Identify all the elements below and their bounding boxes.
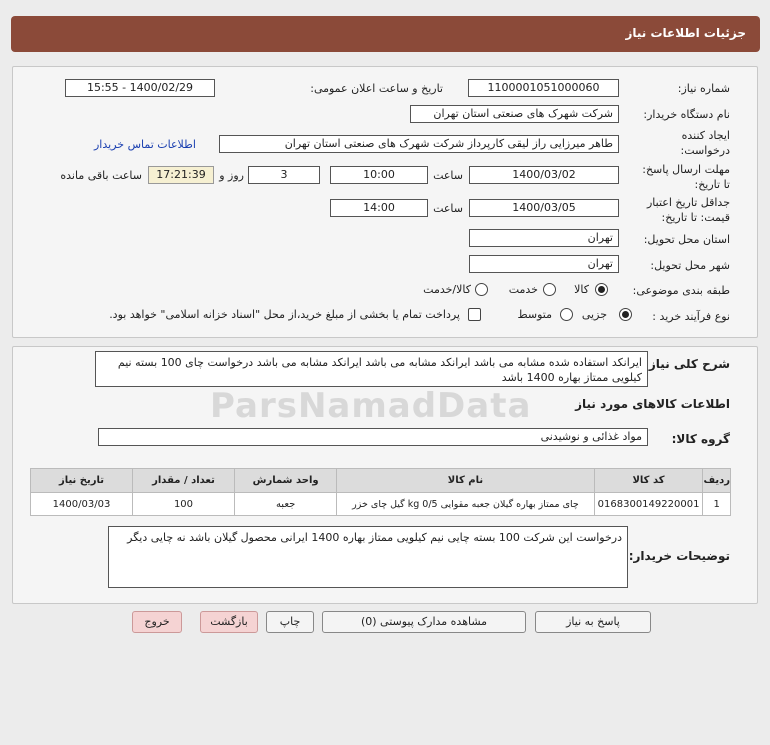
reply-date-field: 1400/03/02 <box>469 166 619 184</box>
cell-quantity: 100 <box>131 492 235 516</box>
province-label: استان محل تحویل: <box>643 233 730 246</box>
goods-group-field: مواد غذائی و نوشیدنی <box>98 428 648 446</box>
attachments-button[interactable]: مشاهده مدارک پیوستی (0) <box>322 611 526 633</box>
category-service-radio[interactable] <box>543 283 556 296</box>
back-button[interactable]: بازگشت <box>200 611 258 633</box>
creator-label-2: درخواست: <box>680 144 730 157</box>
print-button[interactable]: چاپ <box>266 611 314 633</box>
validity-label-1: جداقل تاریخ اعتبار <box>646 196 730 209</box>
description-label: شرح کلی نیاز: <box>644 357 730 371</box>
cell-goods-code: 0168300149220001 <box>593 492 704 516</box>
city-field: تهران <box>469 255 619 273</box>
header-goods-code: کد کالا <box>593 468 704 493</box>
cell-goods-name: چای ممتاز بهاره گیلان جعبه مقوایی kg 0/5… <box>336 492 595 516</box>
remaining-time-field: 17:21:39 <box>148 166 214 184</box>
process-partial-radio[interactable] <box>619 308 632 321</box>
watermark: ParsNamadData <box>210 386 532 426</box>
category-goods-service-label: کالا/خدمت <box>423 283 471 296</box>
reply-time-field: 10:00 <box>330 166 428 184</box>
cell-unit: جعبه <box>233 492 338 516</box>
header-need-date: تاریخ نیاز <box>30 468 133 493</box>
buyer-notes-label: توضیحات خریدار: <box>628 549 730 563</box>
buyer-notes-field: درخواست این شرکت 100 بسته چایی نیم کیلوی… <box>108 526 628 588</box>
need-number-field: 1100001051000060 <box>468 79 619 97</box>
validity-date-field: 1400/03/05 <box>469 199 619 217</box>
days-label: روز و <box>219 169 244 182</box>
creator-field: طاهر میرزایی راز لیقی کارپرداز شرکت شهرک… <box>219 135 619 153</box>
header-quantity: تعداد / مقدار <box>131 468 235 493</box>
treasury-payment-note: پرداخت تمام یا بخشی از مبلغ خرید،از محل … <box>109 308 460 321</box>
buyer-org-label: نام دستگاه خریدار: <box>643 108 730 121</box>
category-label: طبقه بندی موضوعی: <box>632 284 730 297</box>
cell-need-date: 1400/03/03 <box>30 492 133 516</box>
reply-deadline-label-2: تا تاریخ: <box>694 178 730 191</box>
category-service-label: خدمت <box>508 283 538 296</box>
goods-section-title: اطلاعات کالاهای مورد نیاز <box>575 397 730 411</box>
category-goods-radio[interactable] <box>595 283 608 296</box>
buyer-org-field: شرکت شهرک های صنعتی استان تهران <box>410 105 619 123</box>
exit-button[interactable]: خروج <box>132 611 182 633</box>
reply-time-label: ساعت <box>433 169 463 182</box>
announce-field: 1400/02/29 - 15:55 <box>65 79 215 97</box>
goods-group-label: گروه کالا: <box>671 432 730 446</box>
remaining-time-label: ساعت باقی مانده <box>60 169 142 182</box>
description-field: ایرانکد استفاده شده مشابه می باشد ایرانک… <box>95 351 648 387</box>
process-medium-radio[interactable] <box>560 308 573 321</box>
page-title: جزئیات اطلاعات نیاز <box>11 16 760 52</box>
treasury-payment-checkbox[interactable] <box>468 308 481 321</box>
header-goods-name: نام کالا <box>336 468 595 493</box>
city-label: شهر محل تحویل: <box>650 259 730 272</box>
process-partial-label: جزیی <box>581 308 607 321</box>
goods-table: ردیف کد کالا نام کالا واحد شمارش تعداد /… <box>30 468 731 516</box>
validity-time-field: 14:00 <box>330 199 428 217</box>
need-number-label: شماره نیاز: <box>677 82 730 95</box>
reply-deadline-label-1: مهلت ارسال پاسخ: <box>642 163 730 176</box>
process-medium-label: متوسط <box>517 308 552 321</box>
creator-label-1: ایجاد کننده <box>681 129 730 142</box>
category-goods-service-radio[interactable] <box>475 283 488 296</box>
category-goods-label: کالا <box>574 283 589 296</box>
header-unit: واحد شمارش <box>233 468 338 493</box>
validity-label-2: قیمت: تا تاریخ: <box>661 211 730 224</box>
header-row-num: ردیف <box>702 468 731 493</box>
validity-time-label: ساعت <box>433 202 463 215</box>
announce-label: تاریخ و ساعت اعلان عمومی: <box>310 82 443 95</box>
cell-row-num: 1 <box>702 492 731 516</box>
province-field: تهران <box>469 229 619 247</box>
contact-info-link[interactable]: اطلاعات تماس خریدار <box>94 138 196 151</box>
table-row: 1 0168300149220001 چای ممتاز بهاره گیلان… <box>30 492 731 516</box>
table-header-row: ردیف کد کالا نام کالا واحد شمارش تعداد /… <box>30 468 731 493</box>
reply-button[interactable]: پاسخ به نیاز <box>535 611 651 633</box>
process-label: نوع فرآیند خرید : <box>652 310 730 323</box>
days-field: 3 <box>248 166 320 184</box>
